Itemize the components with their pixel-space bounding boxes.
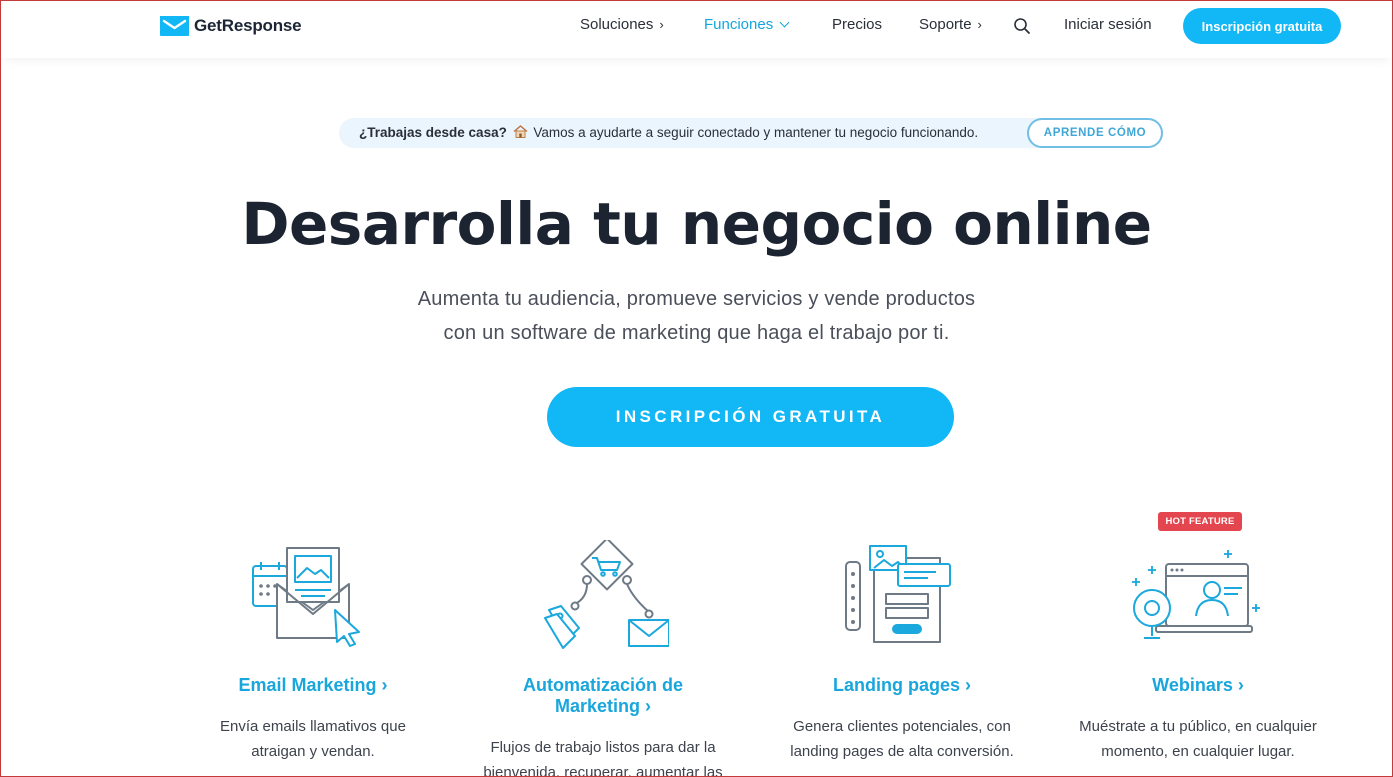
feature-automation-title-2: Marketing › [554,696,651,716]
nav-soluciones[interactable]: Soluciones › [580,16,664,33]
feature-webinars-desc-2: momento, en cualquier lugar. [1101,743,1295,760]
feature-webinars-desc-1: Muéstrate a tu público, en cualquier [1079,718,1317,735]
hot-feature-badge: HOT FEATURE [1158,512,1242,531]
feature-landing-pages-link[interactable]: Landing pages › [772,675,1032,696]
banner-text: ¿Trabajas desde casa? Vamos a ayudarte a… [359,125,978,140]
webinar-icon [1132,550,1260,639]
nav-soluciones-label: Soluciones [580,16,654,33]
search-icon[interactable] [1013,17,1031,35]
hero-title: Desarrolla tu negocio online [241,190,1152,258]
getresponse-logo[interactable]: GetResponse [160,13,302,39]
nav-precios-label: Precios [832,16,883,33]
nav-funciones-label: Funciones [704,16,774,33]
feature-email-marketing-link[interactable]: Email Marketing › [183,675,443,696]
nav-precios[interactable]: Precios [832,16,882,33]
chevron-down-icon [779,17,790,28]
banner-message: Vamos a ayudarte a seguir conectado y ma… [533,125,979,140]
nav-soporte-label: Soporte [919,16,972,33]
landing-page-icon [845,545,951,643]
feature-email-marketing-desc-1: Envía emails llamativos que [220,718,406,735]
nav-funciones[interactable]: Funciones [704,16,790,33]
login-link[interactable]: Iniciar sesión [1064,16,1152,33]
feature-email-marketing-desc-2: atraigan y vendan. [251,743,375,760]
house-icon [513,125,528,138]
feature-automation-desc-1: Flujos de trabajo listos para dar la [490,739,716,756]
chevron-right-icon: › [659,17,664,32]
top-navigation-bar: GetResponse Soluciones › Funciones Preci… [0,0,1393,58]
feature-automation-link[interactable]: Automatización de Marketing › [473,675,733,717]
feature-automation-title-1: Automatización de [522,675,683,695]
logo-text: GetResponse [194,16,302,35]
feature-automation-desc-2: bienvenida, recuperar, aumentar las [483,764,723,777]
feature-webinars-link[interactable]: Webinars › [1068,675,1328,696]
hero-subtitle-line-1: Aumenta tu audiencia, promueve servicios… [417,288,976,310]
login-label: Iniciar sesión [1064,16,1152,33]
work-from-home-banner: ¿Trabajas desde casa? Vamos a ayudarte a… [339,118,1163,148]
learn-how-button[interactable]: APRENDE CÓMO [1027,118,1163,148]
feature-landing-pages-desc-1: Genera clientes potenciales, con [793,718,1011,735]
header-signup-button[interactable]: Inscripción gratuita [1183,8,1341,44]
chevron-right-icon: › [977,17,982,32]
envelope-logo-icon [160,16,189,36]
hero-signup-button[interactable]: INSCRIPCIÓN GRATUITA [547,387,954,447]
email-marketing-icon [252,547,360,647]
banner-question: ¿Trabajas desde casa? [359,125,507,140]
feature-landing-pages-desc-2: landing pages de alta conversión. [790,743,1014,760]
hero-subtitle-line-2: con un software de marketing que haga el… [443,322,950,344]
automation-icon [544,540,669,649]
nav-soporte[interactable]: Soporte › [919,16,982,33]
